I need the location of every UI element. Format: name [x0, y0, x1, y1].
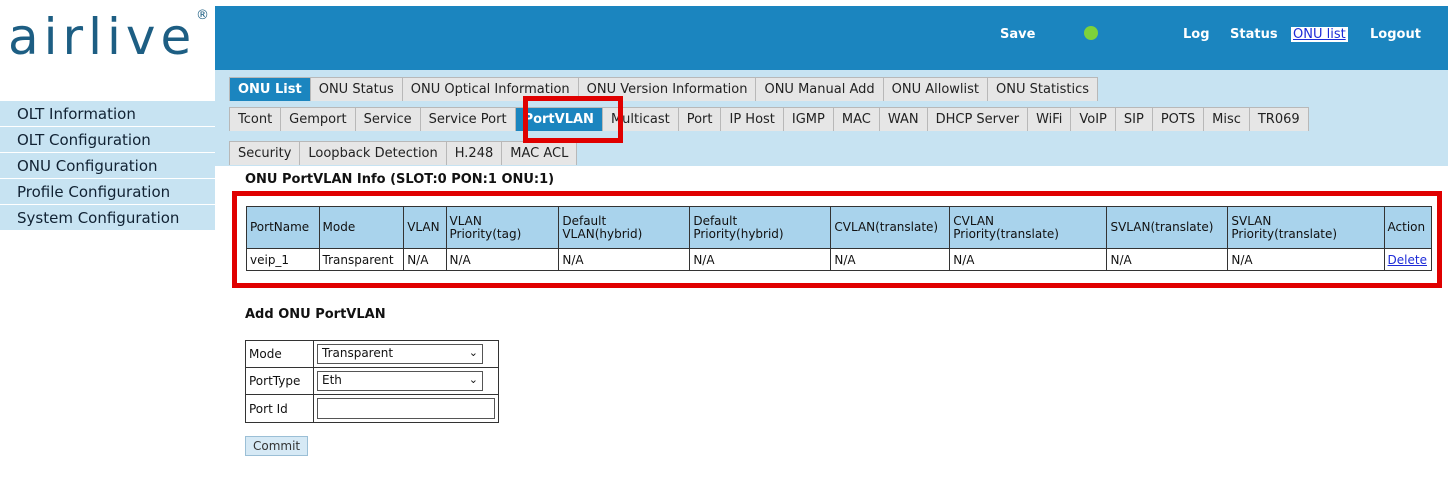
tab-tr069[interactable]: TR069	[1248, 107, 1309, 131]
col-svlan: SVLAN(translate)	[1106, 206, 1229, 249]
cell-vlan-priority: N/A	[445, 248, 560, 271]
tabs-row-1: ONU List ONU Status ONU Optical Informatio…	[229, 77, 1099, 101]
sidebar-item-profile-configuration[interactable]: Profile Configuration	[0, 178, 215, 204]
col-cvlan-priority: CVLAN Priority(translate)	[949, 206, 1108, 249]
status-link[interactable]: Status	[1230, 27, 1278, 42]
form-row-portid: Port Id	[245, 394, 499, 423]
tab-service[interactable]: Service	[354, 107, 421, 131]
porttype-select[interactable]: Eth ⌄	[317, 371, 483, 391]
tab-onu-version-information[interactable]: ONU Version Information	[577, 77, 757, 101]
col-svlan-priority: SVLAN Priority(translate)	[1227, 206, 1385, 249]
cell-action: Delete	[1383, 248, 1433, 271]
add-portvlan-form: Mode Transparent ⌄ PortType Eth ⌄ Port I…	[245, 340, 499, 423]
tabs-row-3: Security Loopback Detection H.248 MAC ACL	[229, 141, 578, 165]
tab-sip[interactable]: SIP	[1114, 107, 1153, 131]
tab-mac-acl[interactable]: MAC ACL	[501, 141, 578, 165]
tab-onu-statistics[interactable]: ONU Statistics	[987, 77, 1099, 101]
registered-mark: ®	[196, 8, 209, 23]
mode-select-value: Transparent	[322, 346, 394, 360]
status-led-icon	[1084, 26, 1098, 40]
tab-onu-optical-information[interactable]: ONU Optical Information	[401, 77, 579, 101]
col-cvlan: CVLAN(translate)	[830, 206, 951, 249]
tab-service-port[interactable]: Service Port	[419, 107, 516, 131]
tab-tcont[interactable]: Tcont	[229, 107, 282, 131]
tab-multicast[interactable]: Multicast	[601, 107, 679, 131]
cell-default-priority: N/A	[689, 248, 832, 271]
info-title: ONU PortVLAN Info (SLOT:0 PON:1 ONU:1)	[245, 172, 555, 187]
cell-cvlan: N/A	[830, 248, 951, 271]
col-default-vlan: Default VLAN(hybrid)	[558, 206, 691, 249]
cell-svlan-priority: N/A	[1227, 248, 1385, 271]
cell-vlan: N/A	[403, 248, 447, 271]
sidebar: OLT Information OLT Configuration ONU Co…	[0, 100, 215, 230]
tab-igmp[interactable]: IGMP	[782, 107, 834, 131]
add-form-title: Add ONU PortVLAN	[245, 307, 386, 322]
col-action: Action	[1383, 206, 1433, 249]
commit-button[interactable]: Commit	[245, 436, 309, 456]
tab-gemport[interactable]: Gemport	[280, 107, 356, 131]
chevron-down-icon: ⌄	[468, 373, 478, 386]
tab-onu-list[interactable]: ONU List	[229, 77, 311, 101]
cell-portname: veip_1	[246, 248, 320, 271]
delete-link[interactable]: Delete	[1388, 253, 1427, 267]
tab-mac[interactable]: MAC	[832, 107, 880, 131]
col-vlan-priority: VLAN Priority(tag)	[445, 206, 560, 249]
porttype-label: PortType	[245, 367, 314, 395]
tab-misc[interactable]: Misc	[1203, 107, 1250, 131]
tab-wan[interactable]: WAN	[878, 107, 928, 131]
portid-label: Port Id	[245, 394, 314, 423]
mode-label: Mode	[245, 340, 314, 368]
log-link[interactable]: Log	[1183, 27, 1210, 42]
table-header-row: PortName Mode VLAN VLAN Priority(tag) De…	[246, 206, 1433, 249]
tab-pots[interactable]: POTS	[1151, 107, 1205, 131]
col-vlan: VLAN	[403, 206, 447, 249]
airlive-logo: airlive	[8, 8, 197, 66]
tab-onu-allowlist[interactable]: ONU Allowlist	[882, 77, 989, 101]
col-default-priority: Default Priority(hybrid)	[689, 206, 832, 249]
tab-portvlan[interactable]: PortVLAN	[514, 107, 603, 131]
col-portname: PortName	[246, 206, 320, 249]
portid-cell	[313, 394, 499, 423]
tab-wifi[interactable]: WiFi	[1027, 107, 1072, 131]
cell-svlan: N/A	[1106, 248, 1229, 271]
tab-h248[interactable]: H.248	[445, 141, 503, 165]
portvlan-info-table: PortName Mode VLAN VLAN Priority(tag) De…	[246, 206, 1433, 271]
tab-security[interactable]: Security	[229, 141, 301, 165]
form-row-porttype: PortType Eth ⌄	[245, 367, 499, 395]
chevron-down-icon: ⌄	[468, 346, 478, 359]
save-button[interactable]: Save	[1000, 27, 1035, 42]
sidebar-item-system-configuration[interactable]: System Configuration	[0, 204, 215, 230]
mode-cell: Transparent ⌄	[313, 340, 499, 368]
tab-dhcp-server[interactable]: DHCP Server	[926, 107, 1029, 131]
porttype-select-value: Eth	[322, 373, 342, 387]
onu-list-link[interactable]: ONU list	[1291, 27, 1348, 42]
table-row: veip_1 Transparent N/A N/A N/A N/A N/A N…	[246, 248, 1433, 271]
cell-default-vlan: N/A	[558, 248, 691, 271]
tab-ip-host[interactable]: IP Host	[720, 107, 784, 131]
tab-onu-status[interactable]: ONU Status	[309, 77, 403, 101]
form-row-mode: Mode Transparent ⌄	[245, 340, 499, 368]
sidebar-item-olt-information[interactable]: OLT Information	[0, 100, 215, 126]
porttype-cell: Eth ⌄	[313, 367, 499, 395]
tab-onu-manual-add[interactable]: ONU Manual Add	[755, 77, 884, 101]
sidebar-item-olt-configuration[interactable]: OLT Configuration	[0, 126, 215, 152]
logo-area: airlive ®	[0, 0, 215, 96]
port-id-input[interactable]	[317, 398, 495, 419]
sidebar-item-onu-configuration[interactable]: ONU Configuration	[0, 152, 215, 178]
mode-select[interactable]: Transparent ⌄	[317, 344, 483, 364]
tab-port[interactable]: Port	[677, 107, 722, 131]
tab-loopback-detection[interactable]: Loopback Detection	[299, 141, 447, 165]
col-mode: Mode	[318, 206, 405, 249]
cell-mode: Transparent	[318, 248, 405, 271]
cell-cvlan-priority: N/A	[949, 248, 1108, 271]
logout-link[interactable]: Logout	[1370, 27, 1421, 42]
tab-voip[interactable]: VoIP	[1070, 107, 1116, 131]
tabs-row-2: Tcont Gemport Service Service Port PortVLAN M…	[229, 107, 1309, 131]
